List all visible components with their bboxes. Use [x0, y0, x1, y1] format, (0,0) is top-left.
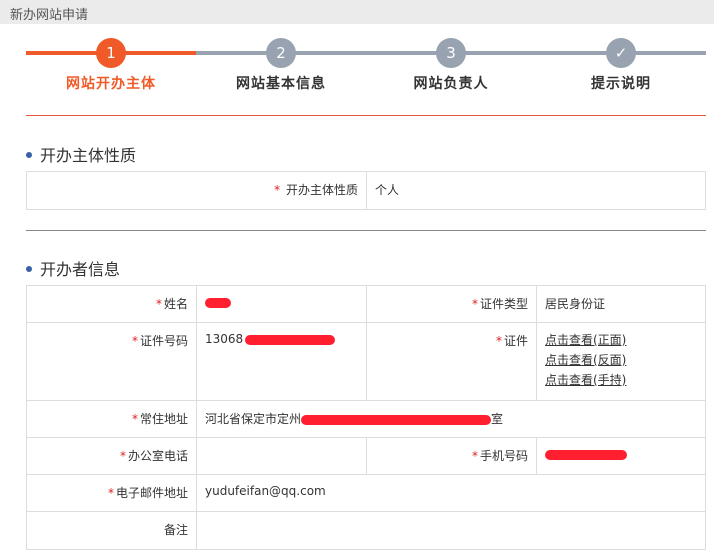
required-marker: * — [155, 297, 162, 311]
id-type-label-text: 证件类型 — [479, 297, 528, 311]
section-divider — [26, 230, 706, 231]
id-number-label-text: 证件号码 — [139, 334, 188, 348]
organizer-info-table: * 姓名 * 证件类型 居民身份证 * 证件号码 13068 * 证件 点击查看(正面)… — [26, 285, 706, 550]
id-number-label: * 证件号码 — [26, 322, 197, 401]
required-marker: * — [274, 183, 281, 197]
id-type-value: 居民身份证 — [536, 285, 706, 323]
address-value: 河北省保定市定州 室 — [196, 400, 706, 438]
certificate-links: 点击查看(正面) 点击查看(反面) 点击查看(手持) — [536, 322, 706, 401]
subject-type-label-text: 开办主体性质 — [285, 183, 358, 197]
office-phone-label: * 办公室电话 — [26, 437, 197, 475]
section-title-organizer-info: 开办者信息 — [26, 256, 120, 280]
view-back-link[interactable]: 点击查看(反面) — [545, 350, 705, 370]
certificate-label-text: 证件 — [503, 334, 528, 348]
required-marker: * — [119, 449, 126, 463]
mobile-label: * 手机号码 — [366, 437, 537, 475]
certificate-label: * 证件 — [366, 322, 537, 401]
view-front-link[interactable]: 点击查看(正面) — [545, 330, 705, 350]
required-marker: * — [131, 334, 138, 348]
office-phone-value — [196, 437, 367, 475]
section-title-subject-type: 开办主体性质 — [26, 142, 136, 166]
id-number-value: 13068 — [196, 322, 367, 401]
title-bar: 新办网站申请 — [0, 0, 714, 24]
subject-type-label: * 开办主体性质 — [26, 171, 367, 210]
email-label-text: 电子邮件地址 — [115, 486, 188, 500]
section-title-text: 开办主体性质 — [40, 146, 137, 165]
section-title-text: 开办者信息 — [40, 260, 121, 279]
step-4-label: 提示说明 — [591, 76, 651, 92]
id-type-label: * 证件类型 — [366, 285, 537, 323]
bullet-icon — [26, 265, 32, 272]
required-marker: * — [471, 297, 478, 311]
step-2-circle: 2 — [266, 38, 296, 68]
id-number-prefix: 13068 — [205, 332, 244, 346]
step-1-label: 网站开办主体 — [66, 76, 156, 92]
mobile-value — [536, 437, 706, 475]
office-phone-label-text: 办公室电话 — [127, 449, 188, 463]
step-1-circle: 1 — [96, 38, 126, 68]
step-3-circle: 3 — [436, 38, 466, 68]
required-marker: * — [131, 412, 138, 426]
address-prefix: 河北省保定市定州 — [205, 412, 302, 426]
email-value: yudufeifan@qq.com — [196, 474, 706, 512]
mobile-label-text: 手机号码 — [479, 449, 528, 463]
required-marker: * — [495, 334, 502, 348]
redacted-mark — [301, 414, 492, 425]
step-2-label: 网站基本信息 — [236, 76, 326, 92]
stepper-divider — [26, 115, 706, 116]
address-label: * 常住地址 — [26, 400, 197, 438]
redacted-mark — [245, 334, 336, 345]
required-marker: * — [471, 449, 478, 463]
view-handheld-link[interactable]: 点击查看(手持) — [545, 370, 705, 390]
address-label-text: 常住地址 — [139, 412, 188, 426]
remark-label: 备注 — [26, 511, 197, 550]
bullet-icon — [26, 151, 32, 158]
page-title: 新办网站申请 — [10, 8, 89, 23]
step-4-check-icon: ✓ — [606, 38, 636, 68]
remark-value — [196, 511, 706, 550]
step-3-label: 网站负责人 — [413, 76, 489, 92]
name-value — [196, 285, 367, 323]
redacted-mark — [545, 449, 627, 460]
redacted-mark — [205, 297, 231, 308]
required-marker: * — [107, 486, 114, 500]
name-label-text: 姓名 — [163, 297, 188, 311]
name-label: * 姓名 — [26, 285, 197, 323]
address-suffix: 室 — [491, 412, 504, 426]
subject-type-value: 个人 — [366, 171, 706, 210]
email-label: * 电子邮件地址 — [26, 474, 197, 512]
subject-type-table: * 开办主体性质 个人 — [26, 171, 706, 210]
stepper: 1 网站开办主体 2 网站基本信息 3 网站负责人 ✓ 提示说明 — [26, 38, 706, 98]
